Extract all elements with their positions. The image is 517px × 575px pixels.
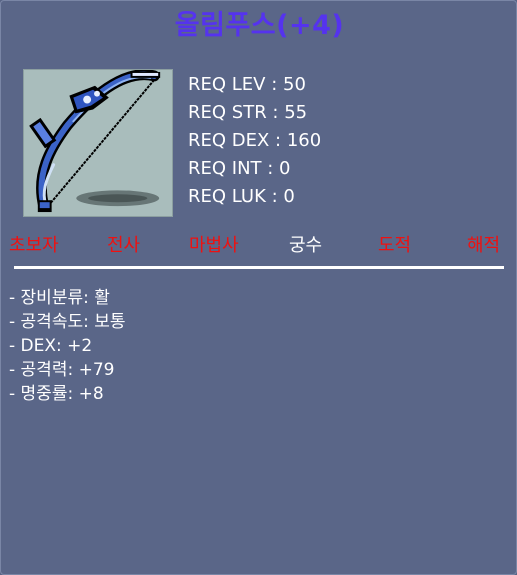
- job-magician: 마법사: [189, 235, 239, 256]
- stat-accuracy: - 명중률: +8: [9, 384, 104, 404]
- stats-list: - 장비분류: 활 - 공격속도: 보통 - DEX: +2 - 공격력: +7…: [9, 286, 126, 406]
- job-archer: 궁수: [289, 235, 323, 256]
- stat-attack: - 공격력: +79: [9, 360, 115, 380]
- req-int: REQ INT : 0: [188, 158, 291, 179]
- item-image: [23, 69, 173, 217]
- stat-dex: - DEX: +2: [9, 336, 93, 356]
- stat-attack-speed: - 공격속도: 보통: [9, 312, 126, 332]
- job-pirate: 해적: [467, 235, 501, 256]
- req-str: REQ STR : 55: [188, 102, 308, 123]
- stat-equip-type: - 장비분류: 활: [9, 288, 110, 308]
- req-luk: REQ LUK : 0: [188, 186, 295, 207]
- req-level: REQ LEV : 50: [188, 74, 306, 95]
- requirements-list: REQ LEV : 50 REQ STR : 55 REQ DEX : 160 …: [188, 71, 321, 211]
- job-warrior: 전사: [107, 235, 141, 256]
- job-list: 초보자 전사 마법사 궁수 도적 해적: [1, 233, 517, 259]
- item-tooltip: 올림푸스(+4) REQ LEV: 50 REQ STR: 55 REQ D…: [0, 0, 517, 575]
- divider: [14, 266, 504, 269]
- req-dex: REQ DEX : 160: [188, 130, 322, 151]
- bow-icon: [29, 70, 161, 213]
- job-beginner: 초보자: [9, 235, 59, 256]
- item-title: 올림푸스(+4): [174, 10, 345, 41]
- job-thief: 도적: [378, 235, 412, 256]
